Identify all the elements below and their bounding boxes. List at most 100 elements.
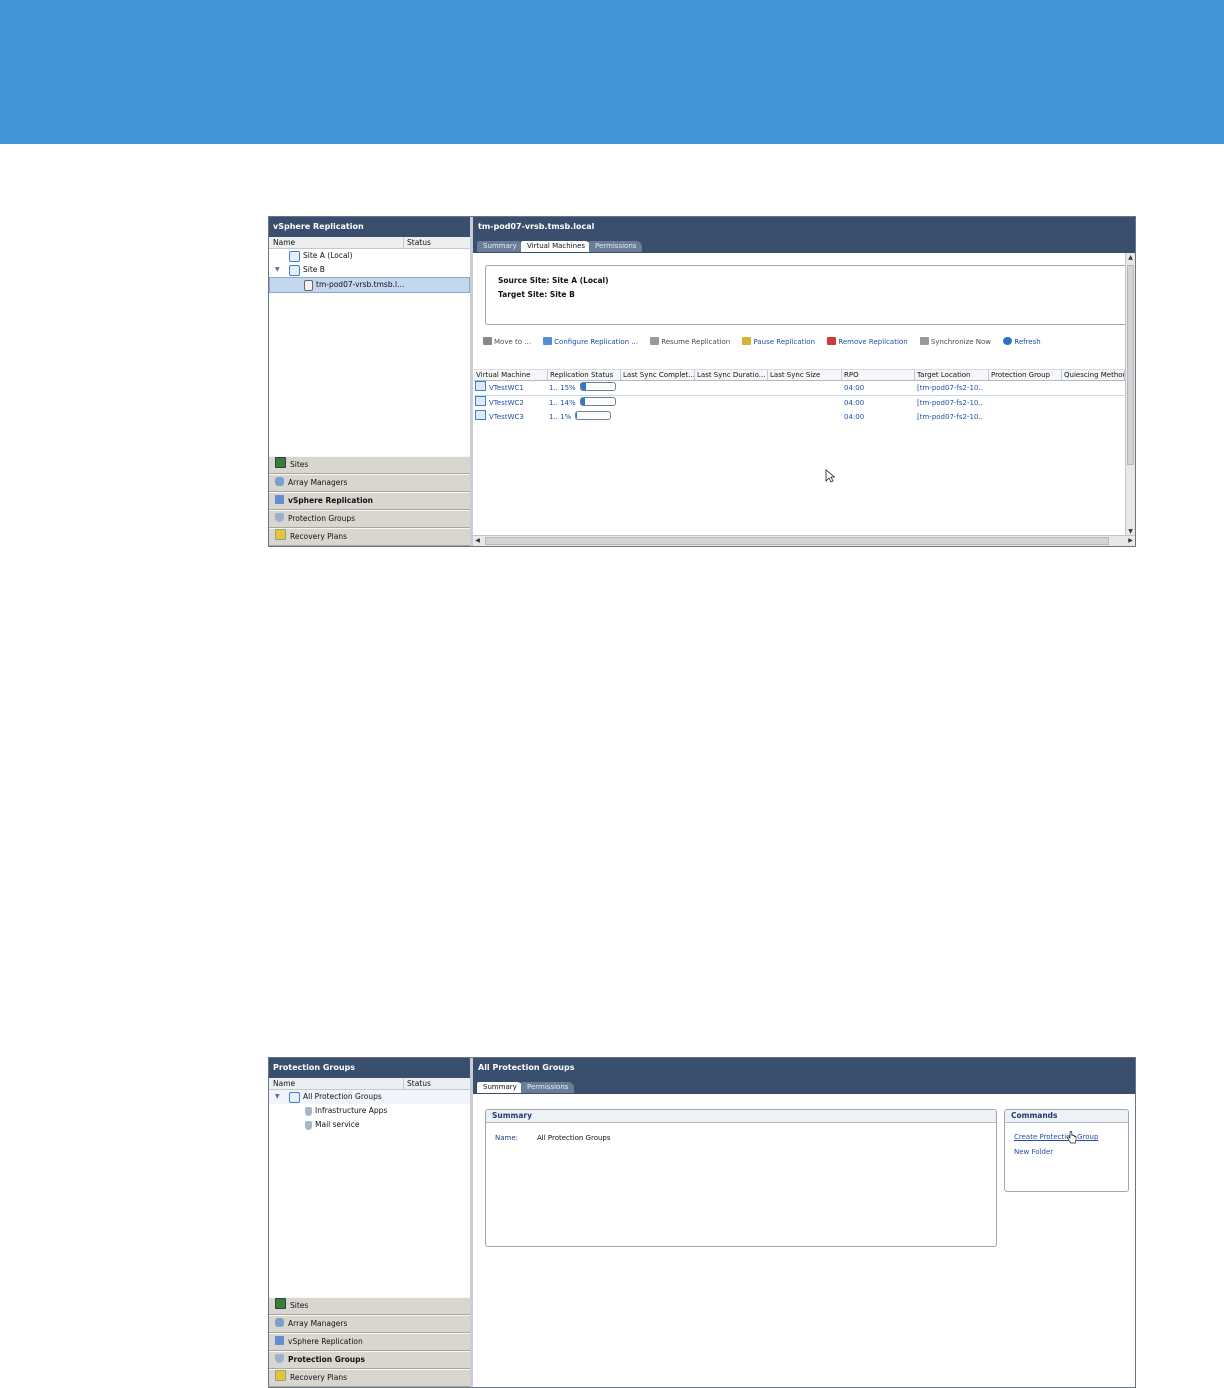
tab-virtual-machines[interactable]: Virtual Machines <box>521 241 592 252</box>
col-protection-group[interactable]: Protection Group <box>989 370 1062 380</box>
col-target-location[interactable]: Target Location <box>915 370 989 380</box>
move-to-button[interactable]: Move to ... <box>483 337 531 346</box>
col-last-sync-duration[interactable]: Last Sync Duratio... <box>695 370 768 380</box>
status-text: 1.. <box>549 384 558 392</box>
source-site: Source Site: Site A (Local) <box>498 276 609 285</box>
column-status[interactable]: Status <box>403 1078 467 1089</box>
vertical-scroll-thumb[interactable] <box>1127 265 1134 465</box>
sync-icon <box>919 337 929 345</box>
protection-groups-icon <box>275 513 284 522</box>
tree-item-mail-service[interactable]: Mail service <box>269 1118 470 1132</box>
new-folder-link[interactable]: New Folder <box>1014 1148 1053 1156</box>
expand-arrow-icon[interactable]: ▼ <box>275 263 280 277</box>
tree-item-label: All Protection Groups <box>303 1092 382 1101</box>
table-row[interactable]: VTestWC2 1.. 14% 04:00 [tm-pod07-fs2-10.… <box>474 396 1125 410</box>
configure-replication-button[interactable]: Configure Replication ... <box>543 337 638 346</box>
tree-column-header: Name Status <box>269 1078 470 1090</box>
site-icon <box>289 250 300 262</box>
vm-icon <box>475 381 486 391</box>
vertical-scrollbar[interactable]: ▲ ▼ <box>1125 253 1135 536</box>
tab-permissions[interactable]: Permissions <box>589 241 643 252</box>
refresh-icon <box>1003 337 1013 345</box>
rpo-value: 04:00 <box>844 413 865 421</box>
vm-name: VTestWC3 <box>489 413 524 421</box>
rpo-value: 04:00 <box>844 384 865 392</box>
commands-box: Commands Create Protection Group New Fol… <box>1004 1109 1129 1192</box>
right-panel: All Protection Groups Summary Permission… <box>473 1058 1135 1387</box>
site-icon <box>289 264 300 276</box>
tab-strip: Summary Permissions <box>473 1078 1135 1094</box>
nav-sites[interactable]: Sites <box>269 456 470 474</box>
remove-icon <box>827 337 837 345</box>
nav-array-managers[interactable]: Array Managers <box>269 474 470 492</box>
col-last-sync-size[interactable]: Last Sync Size <box>768 370 842 380</box>
navigation-stack: Sites Array Managers vSphere Replication… <box>269 1297 470 1387</box>
tree-item-label: Mail service <box>315 1120 360 1129</box>
tab-permissions[interactable]: Permissions <box>521 1082 575 1093</box>
resume-replication-button[interactable]: Resume Replication <box>650 337 730 346</box>
col-replication-status[interactable]: Replication Status <box>548 370 621 380</box>
nav-recovery-plans[interactable]: Recovery Plans <box>269 528 470 546</box>
horizontal-scrollbar[interactable]: ◀ ▶ <box>473 535 1135 546</box>
nav-vsphere-replication[interactable]: vSphere Replication <box>269 1333 470 1351</box>
shield-icon <box>305 1106 312 1116</box>
rpo-value: 04:00 <box>844 399 865 407</box>
table-row[interactable]: VTestWC3 1.. 1% 04:00 [tm-pod07-fs2-10.. <box>474 410 1125 424</box>
scroll-left-icon[interactable]: ◀ <box>473 536 482 546</box>
site-info-box: Source Site: Site A (Local) Target Site:… <box>485 265 1129 325</box>
recovery-plans-icon <box>275 529 286 540</box>
column-name[interactable]: Name <box>273 237 295 248</box>
grid-header: Virtual Machine Replication Status Last … <box>474 369 1125 381</box>
tree-item-label: Infrastructure Apps <box>315 1106 388 1115</box>
vm-icon <box>475 410 486 420</box>
configure-icon <box>543 337 553 345</box>
col-rpo[interactable]: RPO <box>842 370 915 380</box>
sites-icon <box>275 1298 286 1309</box>
tree-item-infrastructure-apps[interactable]: Infrastructure Apps <box>269 1104 470 1118</box>
nav-array-managers[interactable]: Array Managers <box>269 1315 470 1333</box>
protection-groups-window: Protection Groups Name Status ▼ All Prot… <box>268 1057 1136 1388</box>
col-last-sync-complete[interactable]: Last Sync Complet... <box>621 370 695 380</box>
left-panel-title: Protection Groups <box>269 1058 470 1078</box>
vsphere-replication-icon <box>275 1336 284 1345</box>
nav-sites[interactable]: Sites <box>269 1297 470 1315</box>
mouse-pointer-icon <box>825 469 835 483</box>
target-location-value: [tm-pod07-fs2-10.. <box>917 413 983 421</box>
scroll-right-icon[interactable]: ▶ <box>1126 536 1135 546</box>
progress-bar <box>575 411 612 420</box>
col-virtual-machine[interactable]: Virtual Machine <box>474 370 548 380</box>
tree-column-header: Name Status <box>269 237 470 249</box>
tree-item-site-b[interactable]: ▼ Site B <box>269 263 470 277</box>
nav-protection-groups[interactable]: Protection Groups <box>269 1351 470 1369</box>
remove-replication-button[interactable]: Remove Replication <box>827 337 908 346</box>
table-row[interactable]: VTestWC1 1.. 15% 04:00 [tm-pod07-fs2-10.… <box>474 381 1125 396</box>
nav-protection-groups[interactable]: Protection Groups <box>269 510 470 528</box>
hand-cursor-icon <box>1067 1131 1077 1144</box>
create-protection-group-link[interactable]: Create Protection Group <box>1014 1133 1098 1141</box>
nav-recovery-plans[interactable]: Recovery Plans <box>269 1369 470 1387</box>
tab-strip: Summary Virtual Machines Permissions <box>473 237 1135 253</box>
scroll-up-icon[interactable]: ▲ <box>1126 253 1135 262</box>
page-banner <box>0 0 1224 144</box>
col-quiescing-method[interactable]: Quiescing Method <box>1062 370 1125 380</box>
synchronize-now-button[interactable]: Synchronize Now <box>919 337 991 346</box>
resume-icon <box>650 337 660 345</box>
pause-replication-button[interactable]: Pause Replication <box>742 337 815 346</box>
tree-item-label: Site A (Local) <box>303 251 353 260</box>
tree-item-site-a[interactable]: Site A (Local) <box>269 249 470 263</box>
vm-name: VTestWC2 <box>489 399 524 407</box>
expand-arrow-icon[interactable]: ▼ <box>275 1090 280 1104</box>
progress-bar <box>579 382 616 391</box>
right-panel-title: tm-pod07-vrsb.tmsb.local <box>473 217 1135 237</box>
horizontal-scroll-thumb[interactable] <box>485 537 1109 545</box>
tree-item-all-protection-groups[interactable]: ▼ All Protection Groups <box>269 1090 470 1104</box>
tab-summary[interactable]: Summary <box>477 1082 523 1093</box>
column-status[interactable]: Status <box>403 237 467 248</box>
nav-vsphere-replication[interactable]: vSphere Replication <box>269 492 470 510</box>
left-panel-title: vSphere Replication <box>269 217 470 237</box>
refresh-button[interactable]: Refresh <box>1003 337 1041 346</box>
tree-item-vr-server[interactable]: tm-pod07-vrsb.tmsb.l... <box>269 277 470 293</box>
column-name[interactable]: Name <box>273 1078 295 1089</box>
summary-box: Summary Name: All Protection Groups <box>485 1109 997 1247</box>
tab-summary[interactable]: Summary <box>477 241 523 252</box>
